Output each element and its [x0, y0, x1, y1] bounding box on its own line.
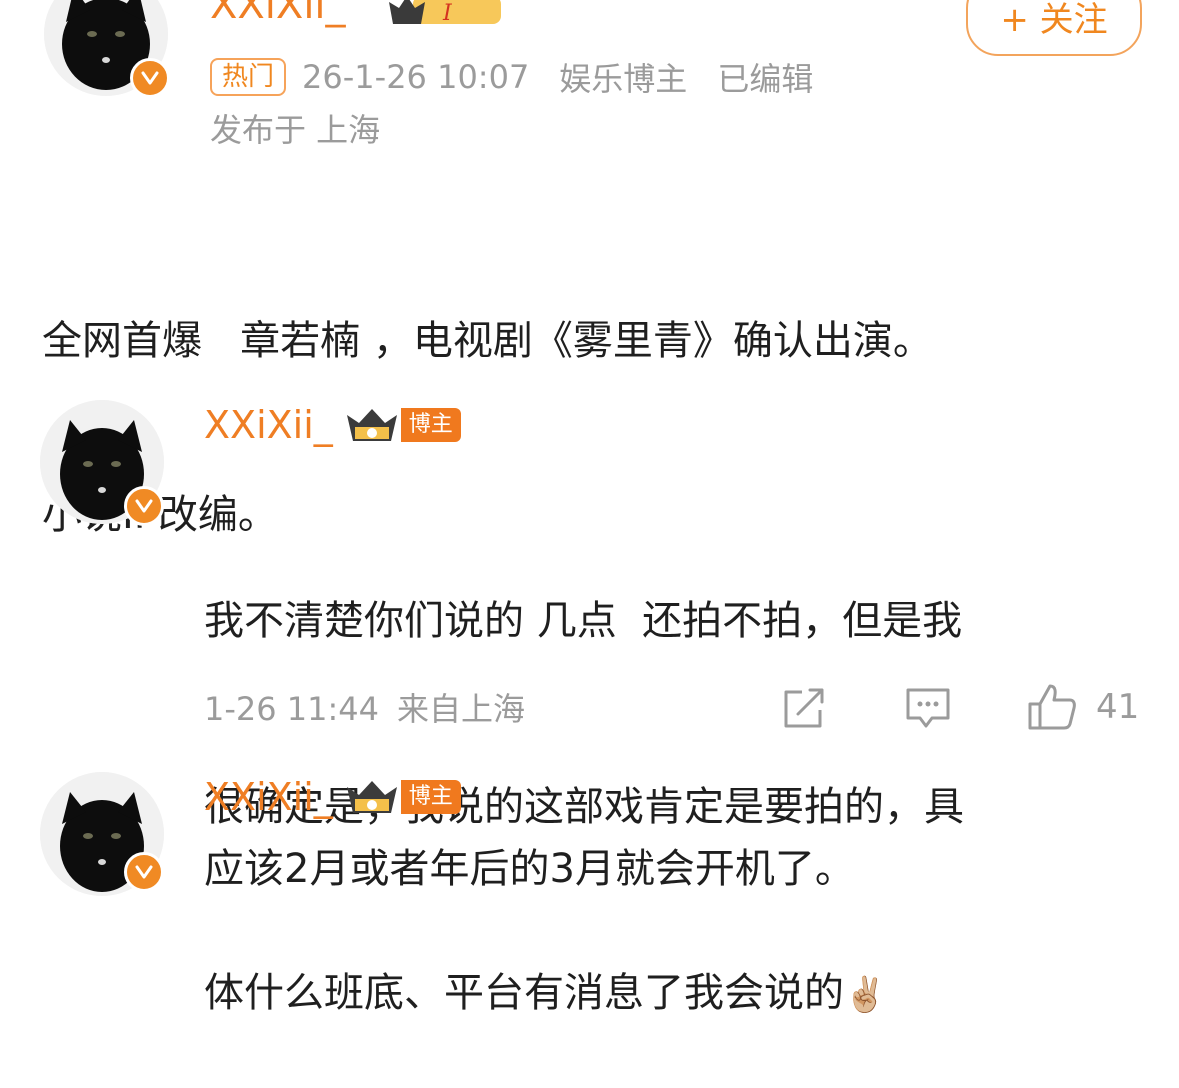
hot-tag: 热门 [210, 58, 287, 96]
post-location: 发布于 上海 [210, 111, 381, 149]
comment-text-line-3: 体什么班底、平台有消息了我会说的 [204, 970, 844, 1016]
verified-badge-icon [124, 852, 164, 892]
svg-text:I: I [442, 1, 453, 26]
post-username[interactable]: XXiXii_ [210, 0, 346, 28]
crown-icon [346, 409, 397, 441]
blogger-badge-label: 博主 [400, 780, 461, 814]
follow-label: + 关注 [1000, 0, 1108, 40]
blogger-badge: 博主 [343, 405, 461, 445]
post-content-line-1: 全网首爆 章若楠 ，电视剧《雾里青》确认出演。 [42, 318, 933, 364]
fan-level-badge-icon: I [385, 0, 505, 32]
post-category: 娱乐博主 [559, 60, 688, 98]
comment-text-line-1: 应该2月或者年后的3月就会开机了。 [204, 846, 855, 892]
crown-icon [346, 781, 397, 813]
blogger-badge: 博主 [343, 777, 461, 817]
follow-button[interactable]: + 关注 [966, 0, 1142, 56]
victory-hand-emoji: ✌🏼 [844, 975, 887, 1015]
like-button[interactable]: 41 [1026, 682, 1139, 732]
blogger-badge-label: 博主 [400, 408, 461, 442]
post-time: 26-1-26 10:07 [302, 58, 530, 96]
comment-source: 来自上海 [397, 690, 526, 728]
edited-label[interactable]: 已编辑 [717, 54, 813, 100]
verified-badge-icon [130, 58, 170, 98]
comment-text-line-1: 我不清楚你们说的 几点 还拍不拍，但是我 [204, 598, 963, 644]
comment-time: 1-26 11:44 [204, 690, 380, 728]
reply-button[interactable] [904, 686, 952, 730]
like-count: 41 [1096, 687, 1140, 727]
repost-button[interactable] [780, 686, 828, 730]
comment-username[interactable]: XXiXii_ [204, 774, 333, 820]
comment-icon [906, 688, 950, 728]
comment-username[interactable]: XXiXii_ [204, 402, 333, 448]
repost-icon [784, 688, 824, 728]
thumbs-up-icon [1028, 684, 1076, 730]
verified-badge-icon [124, 486, 164, 526]
